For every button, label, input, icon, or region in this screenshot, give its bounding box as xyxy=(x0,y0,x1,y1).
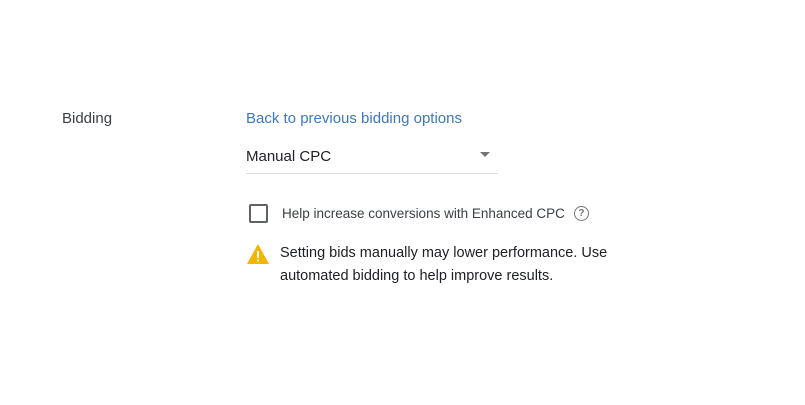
back-to-previous-bidding-options-link[interactable]: Back to previous bidding options xyxy=(246,110,462,127)
dropdown-arrow-icon xyxy=(480,152,490,157)
section-label-bidding: Bidding xyxy=(62,110,113,127)
warning-icon xyxy=(247,244,269,264)
enhanced-cpc-option: Help increase conversions with Enhanced … xyxy=(249,203,589,223)
help-icon[interactable]: ? xyxy=(573,205,589,221)
enhanced-cpc-label[interactable]: Help increase conversions with Enhanced … xyxy=(282,206,565,221)
warning-message: Setting bids manually may lower performa… xyxy=(280,245,608,284)
enhanced-cpc-checkbox[interactable] xyxy=(249,203,268,223)
bid-strategy-select[interactable]: Manual CPC xyxy=(246,140,498,174)
manual-bidding-warning: Setting bids manually may lower performa… xyxy=(246,242,640,288)
bidding-settings-panel: Bidding Back to previous bidding options… xyxy=(0,0,805,405)
bid-strategy-selected-value: Manual CPC xyxy=(246,148,332,165)
